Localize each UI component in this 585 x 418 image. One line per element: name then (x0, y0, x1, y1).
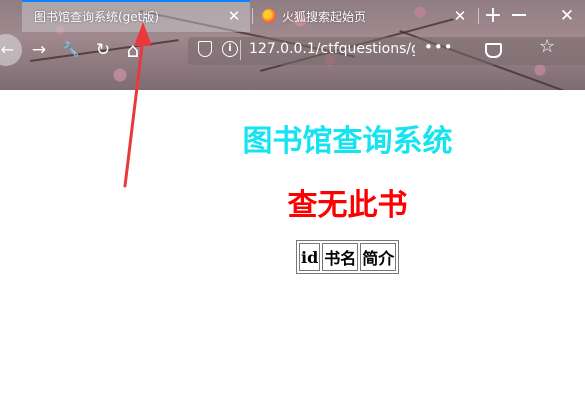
page-title: 图书馆查询系统 (242, 124, 453, 159)
column-header-title: 书名 (322, 243, 359, 271)
column-header-summary: 简介 (360, 243, 397, 271)
table-header-row: id 书名 简介 (299, 243, 397, 271)
results-table: id 书名 简介 (296, 240, 400, 274)
column-header-id: id (299, 243, 321, 271)
not-found-message: 查无此书 (287, 188, 408, 223)
